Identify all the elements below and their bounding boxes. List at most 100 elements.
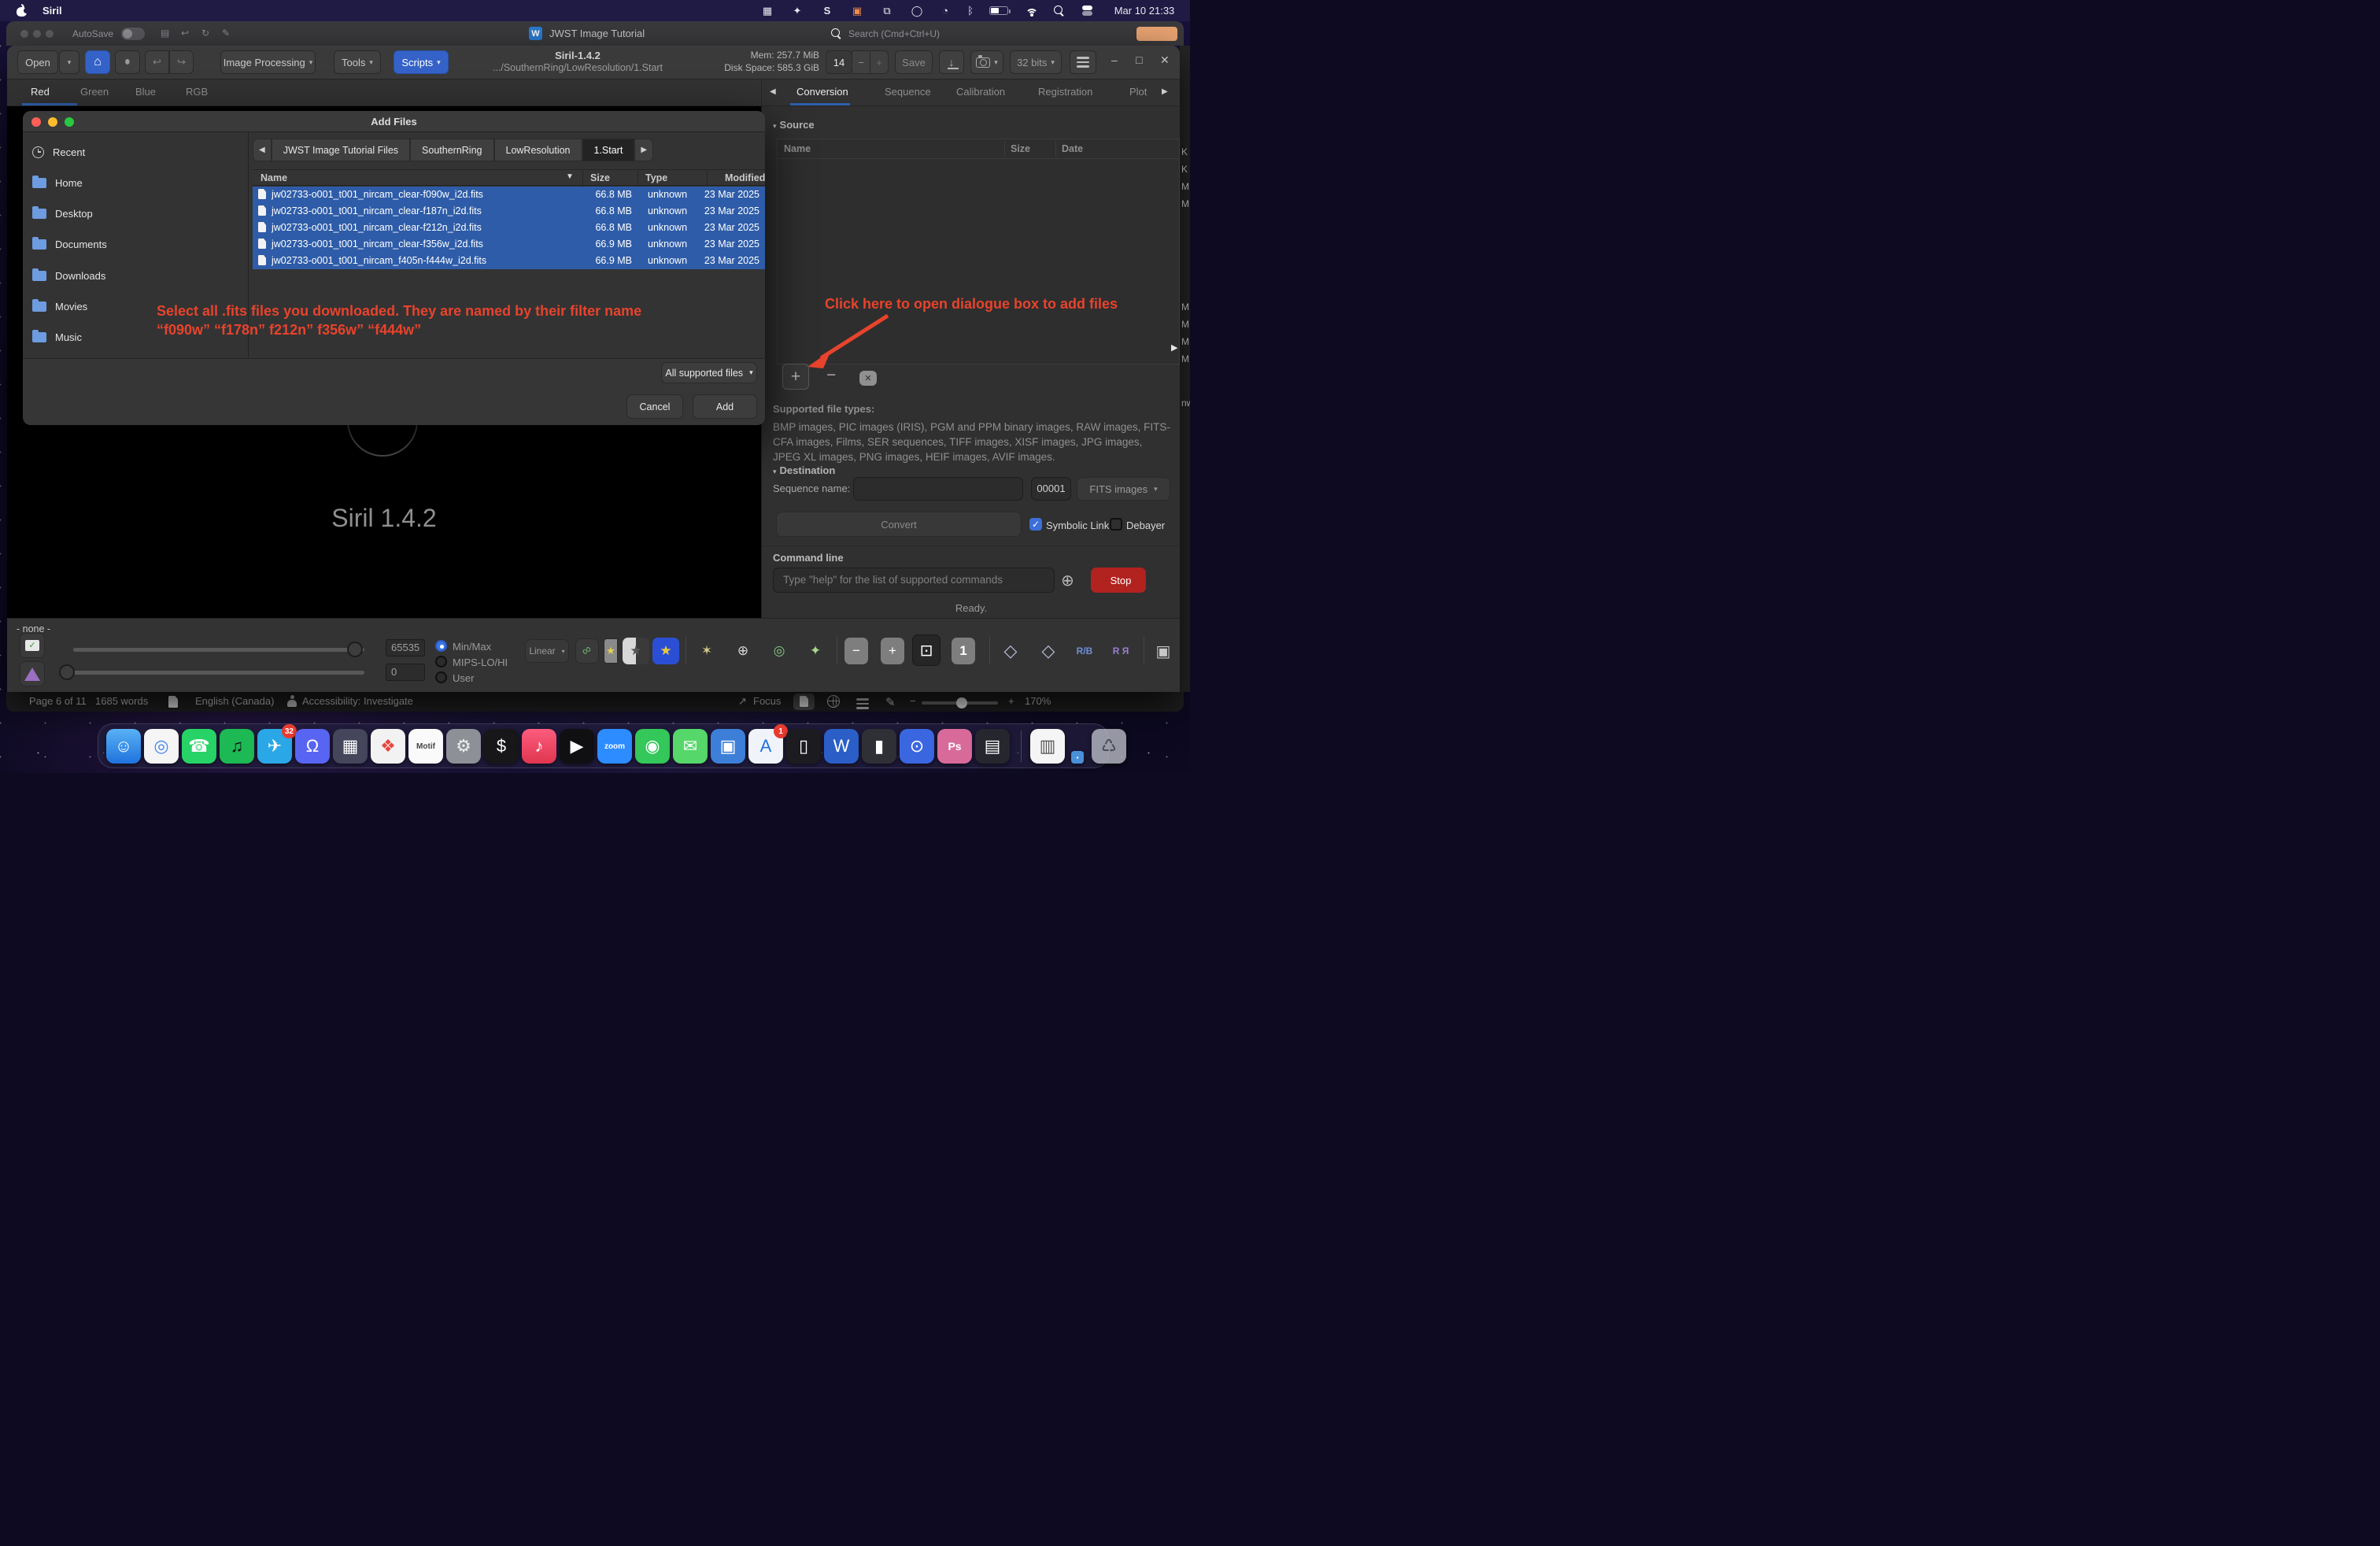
orange-app-status-icon[interactable]: ▣ (847, 0, 867, 21)
dock-terminal[interactable]: $ (484, 729, 519, 764)
password-shield-icon[interactable]: S (817, 0, 837, 21)
star-detect-button[interactable]: ★ (623, 638, 649, 664)
print-layout-button[interactable] (793, 693, 815, 710)
col-modified[interactable]: Modified (725, 172, 765, 183)
dock-trash[interactable]: ♺ (1092, 729, 1126, 764)
dock-pixel-grid[interactable]: ❖ (371, 729, 405, 764)
panel-expander-icon[interactable]: ▶ (1171, 342, 1177, 353)
screen-mirroring-icon[interactable]: ⧉ (877, 0, 897, 21)
hi-slider-thumb[interactable] (347, 642, 363, 657)
dock-apple-tv[interactable]: ▶ (560, 729, 594, 764)
dock-launchpad[interactable]: ▦ (333, 729, 368, 764)
lo-value-field[interactable]: 0 (386, 664, 425, 681)
preview-check-button[interactable]: ✓ (20, 633, 45, 658)
col-type[interactable]: Type (645, 172, 667, 183)
dock-finder[interactable]: ☺ (106, 729, 141, 764)
open-dropdown-button[interactable]: ▾ (59, 50, 79, 74)
word-search-label[interactable]: Search (Cmd+Ctrl+U) (848, 28, 940, 39)
lo-slider-thumb[interactable] (59, 664, 75, 680)
scripts-menu[interactable]: Scripts▾ (394, 50, 449, 74)
target-icon[interactable]: ◎ (766, 638, 793, 664)
galaxy-icon[interactable]: ✶ (693, 638, 720, 664)
source-col-size[interactable]: Size (1011, 139, 1030, 158)
bit-depth-select[interactable]: 32 bits▾ (1010, 50, 1062, 74)
astrometry-icon[interactable]: ✦ (802, 638, 829, 664)
source-col-name[interactable]: Name (784, 139, 811, 158)
stop-button[interactable]: Stop (1091, 568, 1146, 593)
draft-pen-icon[interactable]: ✎ (885, 695, 896, 709)
proofing-icon[interactable] (168, 696, 178, 708)
file-row[interactable]: jw02733-o001_t001_nircam_clear-f356w_i2d… (253, 236, 765, 253)
dock-zoom[interactable]: zoom (597, 729, 632, 764)
dock-app-store[interactable]: A1 (748, 729, 783, 764)
tab-conversion[interactable]: Conversion (796, 86, 848, 98)
snapshot-button[interactable]: ▾ (970, 50, 1003, 74)
user-label[interactable]: User (453, 672, 474, 684)
tab-blue[interactable]: Blue (135, 86, 156, 98)
source-col-date[interactable]: Date (1062, 139, 1083, 158)
path-forward-icon[interactable]: ▶ (634, 139, 653, 161)
tools-menu[interactable]: Tools▾ (334, 50, 381, 74)
dock-photo-booth[interactable]: ▣ (711, 729, 745, 764)
add-files-button[interactable]: + (782, 364, 809, 390)
debayer-checkbox[interactable] (1110, 518, 1122, 531)
globe-grid-icon[interactable]: ⊕ (730, 638, 756, 664)
path-segment[interactable]: JWST Image Tutorial Files (272, 139, 410, 161)
tab-green[interactable]: Green (80, 86, 109, 98)
file-row[interactable]: jw02733-o001_t001_nircam_clear-f212n_i2d… (253, 220, 765, 236)
tab-calibration[interactable]: Calibration (956, 86, 1005, 98)
lo-slider[interactable] (73, 671, 364, 675)
place-documents[interactable]: Documents (32, 232, 237, 256)
save-button[interactable]: Save (895, 50, 933, 74)
focus-expand-icon[interactable]: ↗ (738, 695, 747, 708)
outline-view-icon[interactable] (856, 698, 869, 709)
dock-iphone-mirroring[interactable]: ▯ (786, 729, 821, 764)
tab-red[interactable]: Red (31, 86, 50, 98)
zoom-fit-button[interactable]: ⊡ (912, 634, 941, 666)
channel-link-icon[interactable]: ∞ (575, 638, 599, 664)
mirror-icon[interactable]: R Я (1107, 638, 1134, 664)
path-back-icon[interactable]: ◀ (253, 139, 272, 161)
battery-icon[interactable] (985, 0, 1012, 21)
path-segment-current[interactable]: 1.Start (582, 139, 635, 161)
dock-whatsapp[interactable]: ☎ (182, 729, 216, 764)
zoom-out-status-icon[interactable]: − (910, 695, 916, 707)
window-minimize-button[interactable]: – (1111, 54, 1118, 66)
network-command-icon[interactable]: ⊕ (1061, 571, 1074, 590)
gamut-button[interactable] (20, 661, 45, 686)
tab-sequence[interactable]: Sequence (885, 86, 931, 98)
curve-select[interactable]: Linear▾ (525, 639, 569, 663)
zoom-decrease-button[interactable]: − (852, 50, 870, 74)
window-close-button[interactable]: ✕ (1160, 54, 1170, 67)
dialog-minimize-button[interactable] (48, 117, 57, 127)
path-segment[interactable]: SouthernRing (410, 139, 493, 161)
web-layout-icon[interactable] (827, 695, 840, 708)
word-redo-icon[interactable]: ↻ (201, 28, 209, 39)
user-radio[interactable] (435, 671, 447, 683)
page-count[interactable]: Page 6 of 11 (29, 695, 87, 707)
add-button[interactable]: Add (693, 394, 757, 419)
record-button[interactable]: ● (115, 50, 140, 74)
place-recent[interactable]: Recent (32, 140, 237, 164)
tab-registration[interactable]: Registration (1038, 86, 1092, 98)
word-undo-icon[interactable]: ↩ (181, 28, 189, 39)
accessibility-label[interactable]: Accessibility: Investigate (302, 695, 413, 707)
dock-apple-music[interactable]: ♪ (522, 729, 556, 764)
language-label[interactable]: English (Canada) (195, 695, 274, 707)
zoom-slider[interactable] (922, 701, 998, 705)
symbolic-link-checkbox[interactable]: ✓ (1029, 518, 1042, 531)
undo-button[interactable]: ↩ (145, 50, 169, 74)
dock-motif[interactable]: Motif (408, 729, 443, 764)
spotlight-search-icon[interactable] (1050, 0, 1069, 21)
clear-list-button[interactable]: ✕ (859, 371, 877, 386)
wifi-icon[interactable] (1022, 0, 1042, 21)
hamburger-menu-button[interactable] (1070, 50, 1096, 74)
place-desktop[interactable]: Desktop (32, 202, 237, 225)
dropbox-status-icon[interactable]: ✦ (787, 0, 808, 21)
rb-swap-icon[interactable]: R/B (1071, 638, 1098, 664)
menu-app-name[interactable]: Siril (42, 5, 62, 17)
dialog-zoom-button[interactable] (65, 117, 74, 127)
dock-spotify[interactable]: ♫ (220, 729, 254, 764)
dock-telegram[interactable]: ✈32 (257, 729, 292, 764)
tab-plot[interactable]: Plot (1129, 86, 1147, 98)
